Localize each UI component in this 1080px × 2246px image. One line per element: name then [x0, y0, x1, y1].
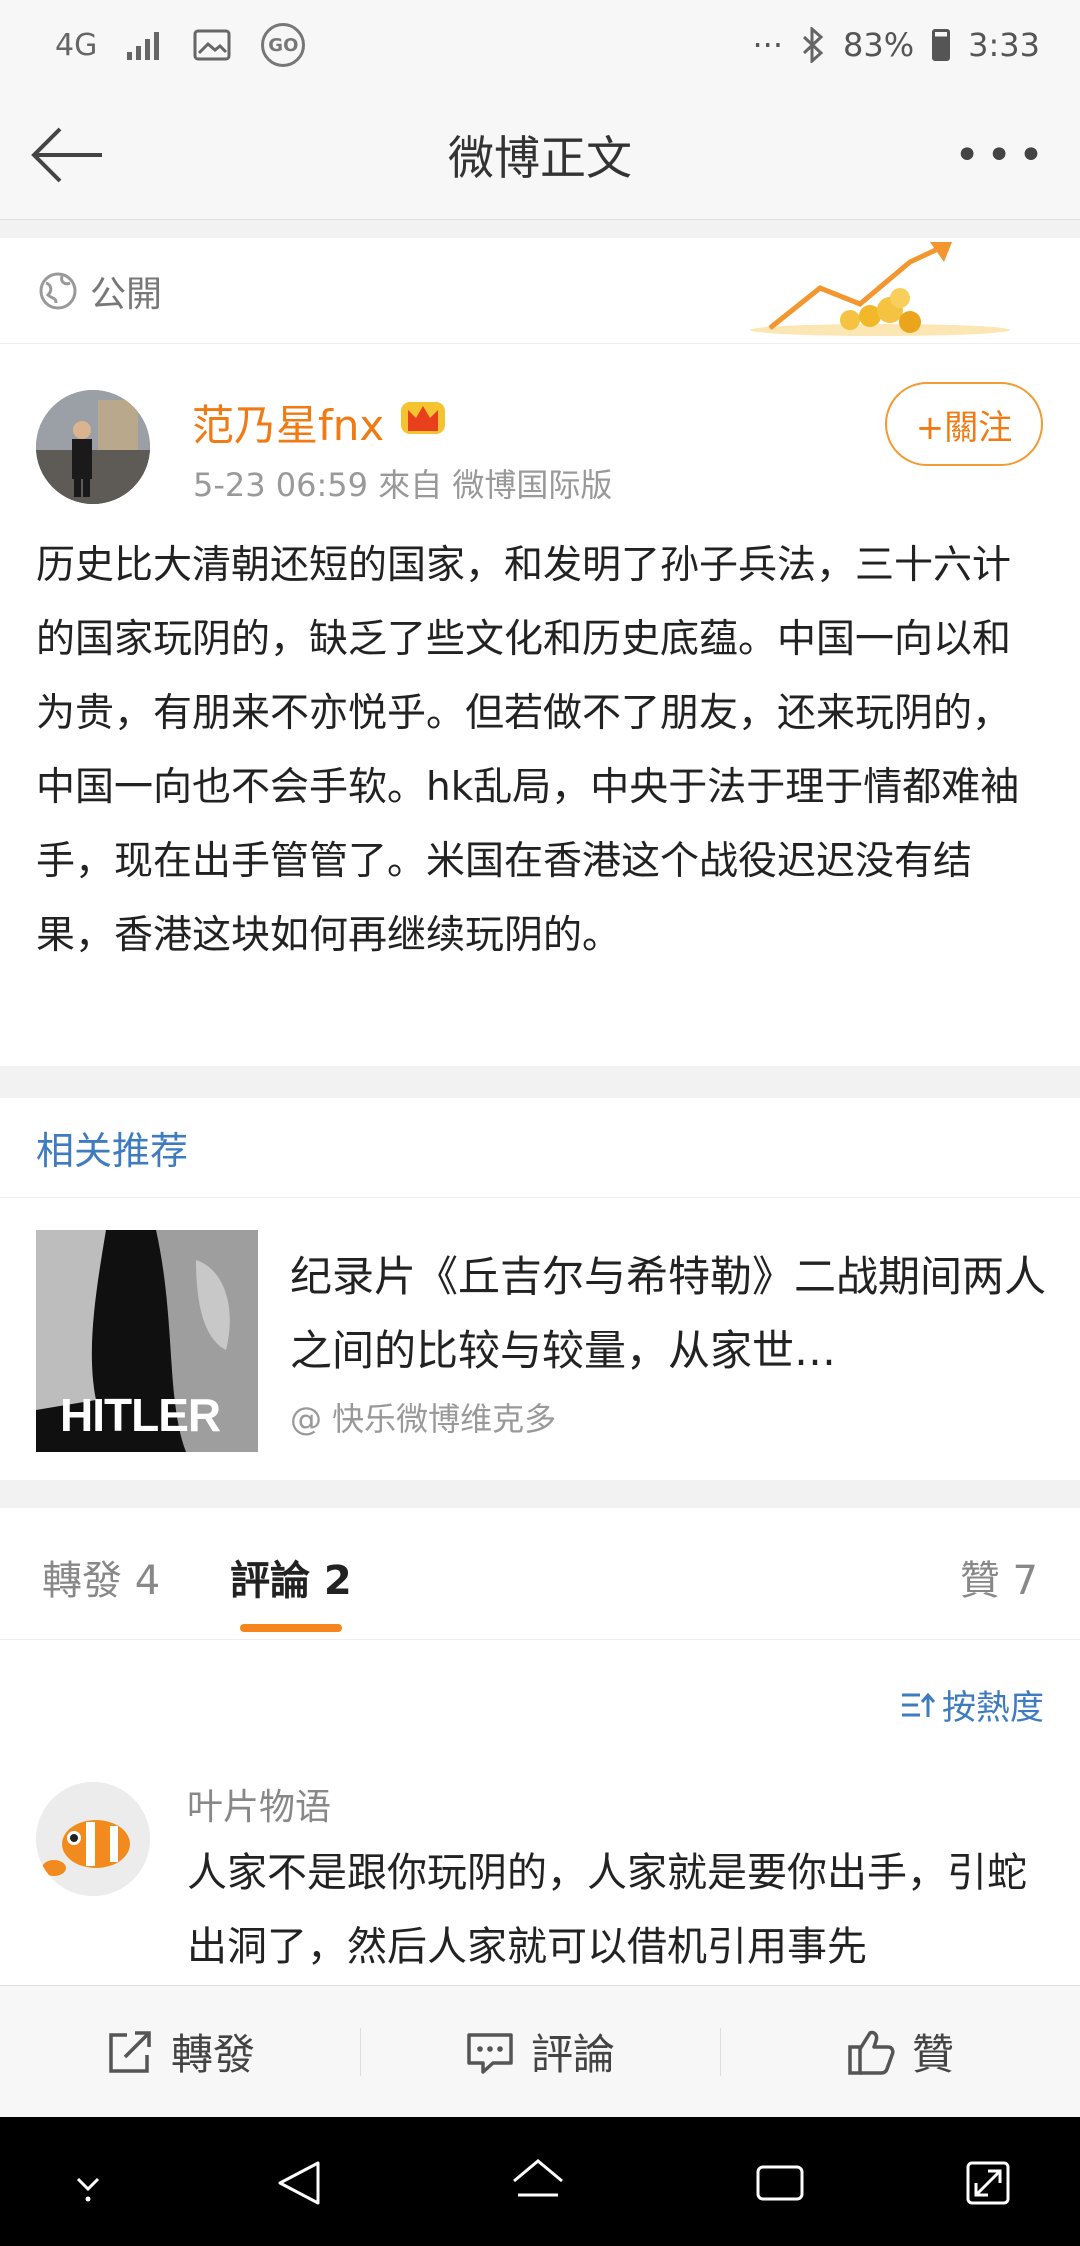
comment-label: 評論 — [530, 2030, 615, 2079]
weibo-post: 范乃星fnx 5-23 06:59 來自 微博国际版 +關注 历史比大清朝还短的… — [0, 344, 1080, 1066]
tab-likes[interactable]: 贊 7 — [960, 1548, 1038, 1606]
avatar-photo — [36, 390, 150, 504]
related-card-title: 纪录片《丘吉尔与希特勒》二战期间两人之间的比较与较量，从家世… — [290, 1252, 1047, 1375]
back-arrow-icon[interactable] — [28, 125, 108, 185]
author-name[interactable]: 范乃星fnx — [192, 392, 384, 453]
clownfish-avatar-art — [36, 1782, 150, 1896]
thumbs-up-icon — [848, 2030, 895, 2075]
like-button[interactable]: 贊 — [720, 1986, 1080, 2117]
more-notifications-icon: ··· — [752, 26, 784, 64]
visibility-row: 公開 — [0, 238, 1080, 344]
comment-button[interactable]: 評論 — [360, 1986, 720, 2117]
network-type-icon: 4G — [55, 27, 98, 63]
back-nav-icon[interactable] — [272, 2155, 328, 2211]
sort-icon — [902, 1692, 936, 1717]
comment-text: 人家不是跟你玩阴的，人家就是要你出手，引蛇出洞了，然后人家就可以借机引用事先 — [187, 1850, 1027, 1970]
visibility-label: 公開 — [90, 273, 163, 315]
status-bar: 4G GO ··· 83% 3:33 — [0, 0, 1080, 90]
related-card-source: @ 快乐微博维克多 — [290, 1400, 557, 1438]
related-section-header: 相关推荐 — [0, 1098, 1080, 1198]
sort-label: 按熱度 — [942, 1688, 1044, 1728]
rising-coins-decoration-icon — [750, 242, 1010, 336]
author-avatar[interactable] — [36, 390, 150, 504]
go-app-icon: GO — [261, 23, 306, 67]
interaction-tabs: 轉發 4 評論 2 贊 7 — [0, 1508, 1080, 1640]
image-icon — [193, 29, 231, 61]
comment-icon — [467, 2032, 513, 2074]
hide-keyboard-icon[interactable] — [60, 2155, 116, 2211]
clock: 3:33 — [968, 26, 1040, 64]
repost-label: 轉發 — [170, 2030, 255, 2079]
page-title: 微博正文 — [448, 130, 632, 185]
sort-by-hot-button[interactable]: 按熱度 — [900, 1680, 1044, 1729]
signal-icon — [127, 32, 160, 60]
more-options-icon[interactable]: ••• — [954, 130, 1050, 181]
post-body: 历史比大清朝还短的国家，和发明了孙子兵法，三十六计的国家玩阴的，缺乏了些文化和历… — [36, 543, 1020, 958]
follow-button[interactable]: +關注 — [885, 382, 1043, 466]
system-nav-bar — [0, 2117, 1080, 2246]
related-card[interactable]: HITLER 纪录片《丘吉尔与希特勒》二战期间两人之间的比较与较量，从家世… @… — [0, 1198, 1080, 1480]
thumbnail-caption: HITLER — [60, 1389, 221, 1441]
repost-button[interactable]: 轉發 — [0, 1986, 360, 2117]
commenter-avatar[interactable] — [36, 1782, 150, 1896]
battery-percent: 83% — [843, 26, 915, 64]
expand-screen-icon[interactable] — [960, 2155, 1016, 2211]
vip-crown-icon[interactable] — [400, 396, 446, 436]
active-tab-indicator — [240, 1624, 342, 1632]
post-meta: 5-23 06:59 來自 微博国际版 — [193, 466, 613, 504]
repost-icon — [109, 2030, 151, 2073]
related-thumbnail: HITLER — [36, 1230, 258, 1452]
battery-icon — [932, 29, 951, 61]
comment-list: 按熱度 叶片物语 人家不是跟你玩阴的，人家就是要你出手，引蛇出洞了，然后人家就可… — [0, 1640, 1080, 1985]
bluetooth-icon — [802, 27, 824, 63]
related-title: 相关推荐 — [36, 1129, 189, 1173]
recents-nav-icon[interactable] — [752, 2155, 808, 2211]
tab-reposts[interactable]: 轉發 4 — [42, 1548, 160, 1606]
like-label: 贊 — [911, 2030, 954, 2079]
home-nav-icon[interactable] — [510, 2155, 566, 2211]
bottom-action-bar: 轉發 評論 贊 — [0, 1985, 1080, 2117]
commenter-name[interactable]: 叶片物语 — [187, 1778, 331, 1830]
tab-comments[interactable]: 評論 2 — [230, 1548, 352, 1606]
globe-icon — [39, 272, 77, 309]
nav-bar: 微博正文 ••• — [0, 90, 1080, 220]
